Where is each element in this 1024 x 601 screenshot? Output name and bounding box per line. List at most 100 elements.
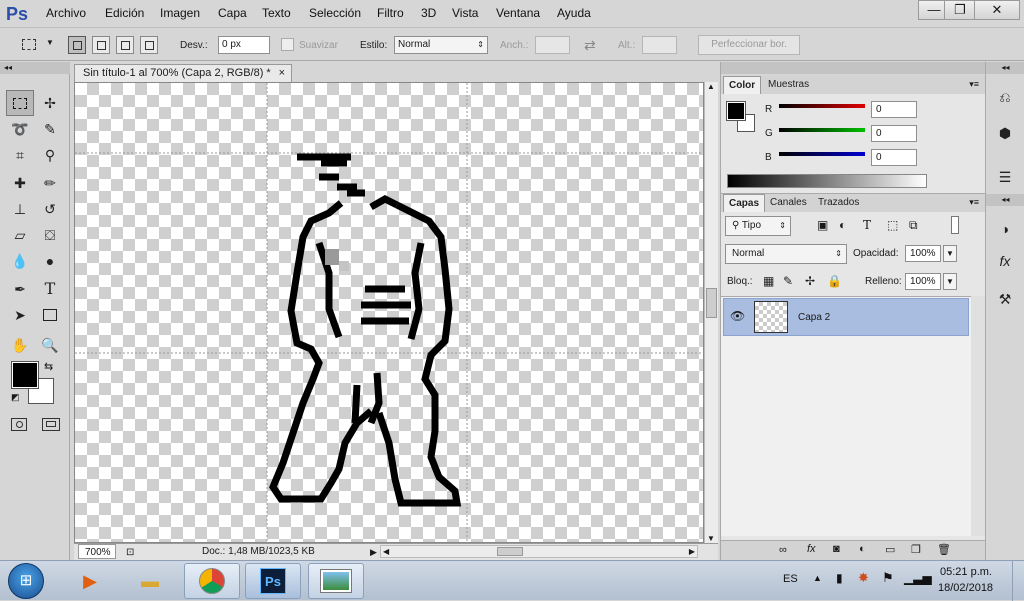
add-mask-icon[interactable]: ◙ bbox=[833, 543, 840, 555]
trash-icon[interactable]: 🗑 bbox=[937, 543, 951, 556]
taskbar-file-explorer[interactable]: ▬ bbox=[122, 563, 178, 599]
menu-edicion[interactable]: Edición bbox=[105, 6, 144, 20]
menu-ventana[interactable]: Ventana bbox=[496, 6, 540, 20]
filter-adjustment-icon[interactable]: ◐ bbox=[839, 218, 846, 232]
opacity-dropdown-button[interactable]: ▼ bbox=[943, 245, 957, 262]
lock-transparent-icon[interactable]: ▦ bbox=[763, 274, 774, 288]
panel-collapse-icon[interactable]: ◂◂ bbox=[0, 62, 70, 74]
tab-color[interactable]: Color bbox=[723, 76, 762, 94]
swap-colors-icon[interactable]: ⇆ bbox=[44, 360, 53, 373]
crop-tool[interactable]: ⌗ bbox=[6, 142, 34, 168]
taskbar-chrome[interactable] bbox=[184, 563, 240, 599]
brush-tool[interactable]: ✏ bbox=[36, 170, 64, 196]
path-selection-tool[interactable]: ➤ bbox=[6, 302, 34, 328]
menu-texto[interactable]: Texto bbox=[262, 6, 291, 20]
battery-icon[interactable]: ▮ bbox=[836, 571, 843, 585]
fill-input[interactable]: 100% bbox=[905, 273, 941, 290]
vertical-scrollbar[interactable]: ▲ ▼ bbox=[704, 82, 718, 543]
foreground-color-swatch[interactable] bbox=[11, 361, 39, 389]
network-signal-icon[interactable]: ▁▃▅ bbox=[904, 571, 932, 585]
tab-muestras[interactable]: Muestras bbox=[763, 76, 814, 94]
new-group-icon[interactable]: ▭ bbox=[885, 543, 895, 556]
layer-row-capa-2[interactable]: 👁 Capa 2 bbox=[723, 298, 969, 336]
refine-edge-button[interactable]: Perfeccionar bor. bbox=[698, 35, 800, 55]
taskbar-photoshop[interactable]: Ps bbox=[245, 563, 301, 599]
pen-tool[interactable]: ✒ bbox=[6, 276, 34, 302]
hand-tool[interactable]: ✋ bbox=[6, 332, 34, 358]
3d-panel-button[interactable]: ⬢ bbox=[991, 120, 1019, 146]
menu-capa[interactable]: Capa bbox=[218, 6, 247, 20]
tool-presets-panel-button[interactable]: ⚒ bbox=[991, 286, 1019, 312]
opacity-input[interactable]: 100% bbox=[905, 245, 941, 262]
new-selection-button[interactable] bbox=[68, 36, 86, 54]
color-foreground-swatch[interactable] bbox=[726, 101, 746, 121]
vertical-scroll-thumb[interactable] bbox=[706, 288, 717, 318]
history-panel-button[interactable]: ⎌ bbox=[991, 84, 1019, 110]
app-tray-icon[interactable]: ✸ bbox=[858, 570, 869, 586]
lock-position-icon[interactable]: ✢ bbox=[805, 274, 815, 288]
filter-smart-object-icon[interactable]: ⧉ bbox=[909, 218, 918, 233]
clock-time[interactable]: 05:21 p.m. bbox=[940, 566, 992, 578]
close-tab-icon[interactable]: × bbox=[279, 65, 285, 82]
tab-capas[interactable]: Capas bbox=[723, 194, 766, 212]
add-to-selection-button[interactable] bbox=[92, 36, 110, 54]
subtract-selection-button[interactable] bbox=[116, 36, 134, 54]
swap-arrows-icon[interactable]: ⇄ bbox=[584, 37, 596, 54]
blend-mode-select[interactable]: Normal ⇕ bbox=[725, 244, 847, 264]
taskbar-media-player[interactable]: ▶ bbox=[62, 563, 118, 599]
close-button[interactable]: ✕ bbox=[974, 0, 1020, 20]
clock-date[interactable]: 18/02/2018 bbox=[938, 582, 993, 594]
quick-selection-tool[interactable]: ✎ bbox=[36, 116, 64, 142]
status-menu-arrow-icon[interactable]: ▶ bbox=[370, 544, 377, 560]
layer-filter-select[interactable]: ⚲ Tipo ⇕ bbox=[725, 216, 791, 236]
filter-toggle-switch[interactable] bbox=[951, 216, 959, 234]
style-select[interactable]: Normal ⇕ bbox=[394, 36, 488, 54]
color-ramp[interactable] bbox=[727, 174, 927, 188]
intersect-selection-button[interactable] bbox=[140, 36, 158, 54]
start-button[interactable]: ⊞ bbox=[8, 563, 44, 599]
fill-dropdown-button[interactable]: ▼ bbox=[943, 273, 957, 290]
menu-seleccion[interactable]: Selección bbox=[309, 6, 361, 20]
filter-image-icon[interactable]: ▣ bbox=[817, 218, 828, 232]
menu-3d[interactable]: 3D bbox=[421, 6, 436, 20]
tab-trazados[interactable]: Trazados bbox=[813, 194, 864, 212]
channel-g-value[interactable]: 0 bbox=[871, 125, 917, 142]
horizontal-scroll-thumb[interactable] bbox=[497, 547, 523, 556]
action-center-flag-icon[interactable]: ⚑ bbox=[882, 570, 894, 586]
scroll-left-icon[interactable]: ◀ bbox=[383, 544, 389, 560]
eraser-tool[interactable]: ▱ bbox=[6, 222, 34, 248]
new-layer-icon[interactable]: ❐ bbox=[911, 543, 921, 556]
blur-tool[interactable]: 💧 bbox=[6, 248, 34, 274]
strip-expand-icon[interactable]: ◂◂ bbox=[986, 194, 1024, 206]
rectangular-marquee-tool[interactable] bbox=[6, 90, 34, 116]
document-tab[interactable]: Sin título-1 al 700% (Capa 2, RGB/8) * × bbox=[74, 64, 292, 82]
styles-panel-button[interactable]: fx bbox=[991, 248, 1019, 274]
spot-healing-tool[interactable]: ✚ bbox=[6, 170, 34, 196]
eyedropper-tool[interactable]: ⚲ bbox=[36, 142, 64, 168]
language-indicator[interactable]: ES bbox=[783, 573, 798, 585]
channel-b-value[interactable]: 0 bbox=[871, 149, 917, 166]
history-brush-tool[interactable]: ↺ bbox=[36, 196, 64, 222]
link-layers-icon[interactable]: ∞ bbox=[779, 544, 787, 556]
lock-all-icon[interactable]: 🔒 bbox=[827, 274, 842, 288]
menu-filtro[interactable]: Filtro bbox=[377, 6, 404, 20]
visibility-eye-icon[interactable]: 👁 bbox=[730, 309, 745, 323]
dodge-tool[interactable]: ● bbox=[36, 248, 64, 274]
show-desktop-button[interactable] bbox=[1012, 561, 1024, 601]
channel-r-slider[interactable] bbox=[779, 104, 865, 108]
lasso-tool[interactable]: ➰ bbox=[6, 116, 34, 142]
adjustment-layer-icon[interactable]: ◐ bbox=[859, 543, 866, 555]
scroll-up-icon[interactable]: ▲ bbox=[707, 82, 715, 91]
panel-menu-icon[interactable]: ▾≡ bbox=[969, 79, 979, 90]
taskbar-image-viewer[interactable] bbox=[308, 563, 364, 599]
tab-canales[interactable]: Canales bbox=[765, 194, 812, 212]
menu-imagen[interactable]: Imagen bbox=[160, 6, 200, 20]
panel-menu-icon[interactable]: ▾≡ bbox=[969, 197, 979, 208]
height-input[interactable] bbox=[642, 36, 677, 54]
adjustments-panel-button[interactable]: ◑ bbox=[991, 216, 1019, 242]
type-tool[interactable]: T bbox=[36, 276, 64, 302]
status-icon[interactable]: ⊡ bbox=[126, 545, 134, 561]
strip-expand-icon[interactable]: ◂◂ bbox=[986, 62, 1024, 74]
filter-type-icon[interactable]: T bbox=[863, 218, 871, 232]
paint-bucket-tool[interactable]: ⛋ bbox=[36, 222, 64, 248]
